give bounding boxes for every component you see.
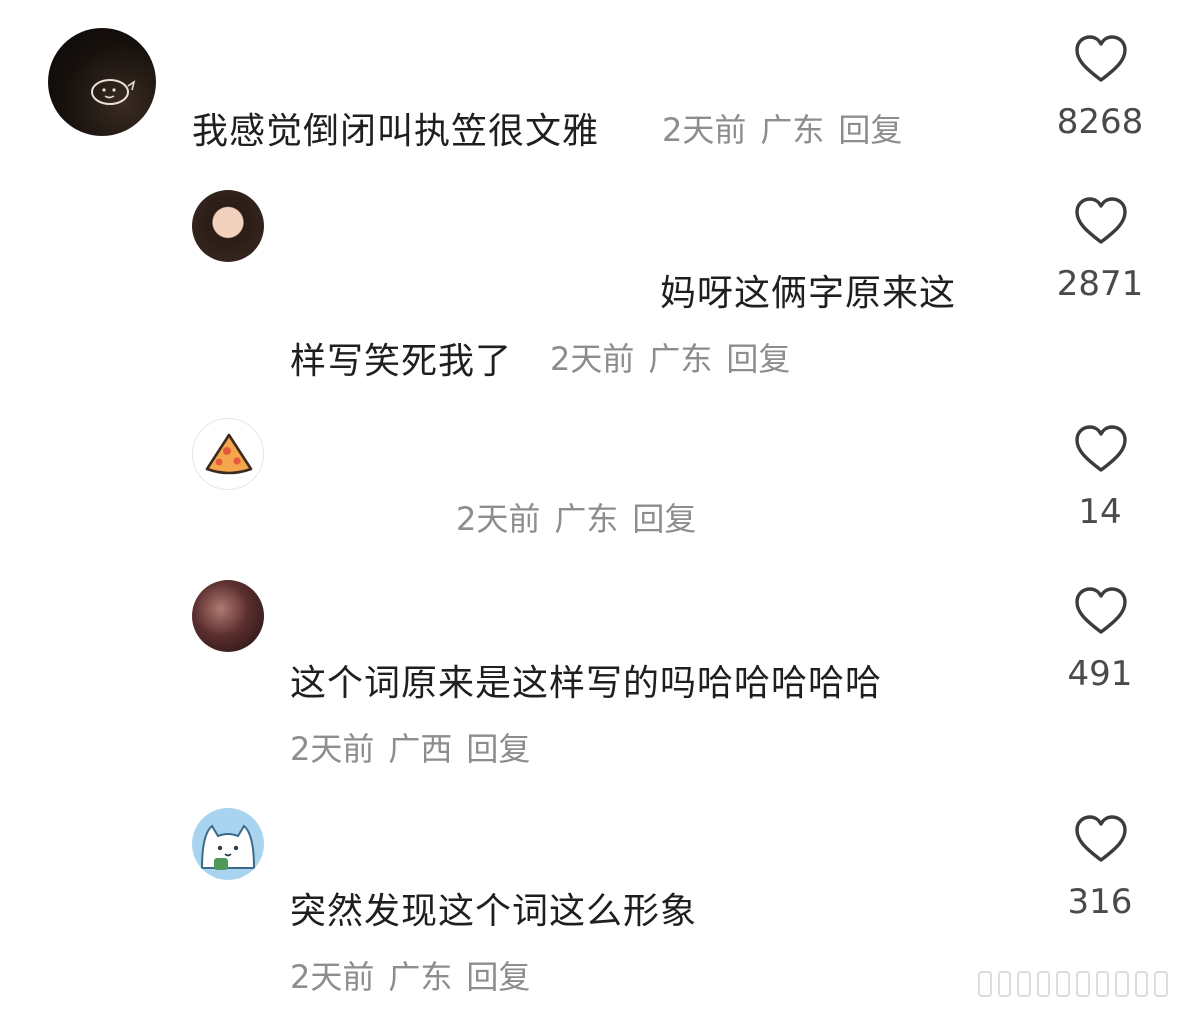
reply-button[interactable]: 回复 bbox=[466, 730, 530, 768]
heart-outline-icon[interactable] bbox=[1073, 196, 1129, 246]
comment-location: 广东 bbox=[648, 340, 713, 378]
comment-time: 2天前 bbox=[290, 958, 375, 996]
avatar[interactable] bbox=[192, 190, 264, 262]
like-count: 14 bbox=[1078, 492, 1122, 532]
comment-meta: 2天前 广西 回复 bbox=[290, 724, 544, 770]
avatar[interactable] bbox=[192, 808, 264, 880]
comment-text: 妈呀这俩字原来这 bbox=[660, 273, 957, 314]
heart-outline-icon[interactable] bbox=[1073, 424, 1129, 474]
comment-meta: 2天前 广东 回复 bbox=[456, 494, 710, 540]
comment-text-continued: 样写笑死我了 bbox=[290, 341, 513, 382]
cat-face-icon bbox=[200, 824, 256, 870]
comment-location: 广东 bbox=[760, 111, 825, 149]
avatar[interactable] bbox=[192, 418, 264, 490]
comment-time: 2天前 bbox=[456, 500, 541, 538]
comment-text: 我感觉倒闭叫执笠很文雅 bbox=[192, 111, 600, 152]
like-count: 316 bbox=[1067, 882, 1133, 922]
reply-button[interactable]: 回复 bbox=[838, 111, 902, 149]
comment-meta: 2天前 广东 回复 bbox=[662, 105, 916, 151]
reply-button[interactable]: 回复 bbox=[632, 500, 696, 538]
pizza-slice-icon bbox=[205, 433, 253, 475]
comment-location: 广东 bbox=[554, 500, 619, 538]
comment-time: 2天前 bbox=[290, 730, 375, 768]
like-count: 491 bbox=[1067, 654, 1133, 694]
heart-outline-icon[interactable] bbox=[1073, 586, 1129, 636]
comment-meta: 2天前 广东 回复 bbox=[290, 952, 544, 998]
smiley-sketch-icon bbox=[91, 79, 136, 105]
comment-location: 广东 bbox=[388, 958, 453, 996]
comment-location: 广西 bbox=[388, 730, 453, 768]
heart-outline-icon[interactable] bbox=[1073, 34, 1129, 84]
heart-outline-icon[interactable] bbox=[1073, 814, 1129, 864]
avatar[interactable] bbox=[48, 28, 156, 136]
avatar[interactable] bbox=[192, 580, 264, 652]
comment-time: 2天前 bbox=[662, 111, 747, 149]
comment-text: 突然发现这个词这么形象 bbox=[290, 891, 698, 932]
watermark bbox=[978, 970, 1168, 998]
reply-button[interactable]: 回复 bbox=[726, 340, 790, 378]
comment-text: 这个词原来是这样写的吗哈哈哈哈哈 bbox=[290, 663, 883, 704]
like-count: 8268 bbox=[1056, 102, 1144, 142]
like-count: 2871 bbox=[1056, 264, 1144, 304]
reply-button[interactable]: 回复 bbox=[466, 958, 530, 996]
comment-meta: 2天前 广东 回复 bbox=[550, 334, 804, 380]
comment-time: 2天前 bbox=[550, 340, 635, 378]
